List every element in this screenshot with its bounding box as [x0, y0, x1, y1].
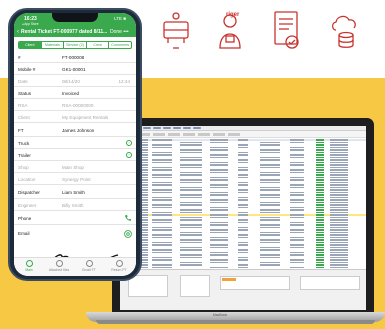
field-label: RSA	[18, 102, 28, 108]
at-icon	[85, 260, 93, 267]
field-label: #	[18, 54, 21, 60]
desktop-toolbar	[120, 131, 366, 138]
field-time: 12:44	[118, 78, 131, 84]
add-circle-icon[interactable]: ›	[126, 139, 132, 146]
tab-client[interactable]: Client	[19, 42, 42, 48]
field-label: Client	[18, 114, 30, 120]
nav-title: Rental Ticket FT-000977 dated 8/11...	[21, 28, 107, 35]
field-label: Location	[18, 176, 36, 182]
field-row-phone[interactable]: Phone	[14, 211, 136, 225]
field-value: 08/14/20	[62, 78, 80, 84]
field-value: Invoiced	[62, 90, 80, 96]
tab-crew[interactable]: Crew	[87, 42, 110, 48]
tab-email-ft[interactable]: Email FT	[76, 260, 102, 272]
field-value: GK1-00001	[62, 66, 86, 72]
field-row-mobile[interactable]: Mobile # GK1-00001	[14, 63, 136, 75]
field-label: Engineer	[18, 202, 37, 208]
segment-tabs: Client Materials Service (2) Crew Commen…	[18, 41, 132, 49]
phone-screen: 16:23 ◂ App Store LTE ■ ‹ Rental Ticket …	[14, 13, 136, 276]
field-row-location[interactable]: Location Synergy Point	[14, 173, 136, 185]
laptop-brand: MacBook	[212, 313, 228, 317]
field-row-engineer[interactable]: Engineer Billy Smith	[14, 199, 136, 211]
laptop-foot	[96, 320, 375, 324]
field-value: James Johnson	[62, 127, 95, 133]
cloud-database-icon	[328, 8, 364, 52]
tab-return-pt[interactable]: Return PT	[106, 260, 132, 272]
tab-comments[interactable]: Comments	[109, 42, 131, 48]
field-row-email[interactable]: Email	[14, 225, 136, 243]
attach-icon	[55, 260, 63, 267]
field-label: Shop	[18, 164, 29, 170]
return-icon	[115, 260, 123, 267]
field-row-date[interactable]: Date 08/14/20 12:44	[14, 75, 136, 87]
field-row-client[interactable]: Client My Equipment Rentals	[14, 111, 136, 123]
engineer-icon-label: riger	[226, 12, 240, 18]
field-row-dispatcher[interactable]: Dispatcher Liam Smith	[14, 185, 136, 199]
field-label: Mobile #	[18, 66, 36, 72]
desktop-data-grid	[120, 139, 366, 269]
field-row-status[interactable]: Status Invoiced	[14, 87, 136, 99]
field-label: FT	[18, 127, 24, 133]
tab-attached-files[interactable]: Attached files	[46, 260, 72, 272]
done-button[interactable]: Done •••	[110, 29, 129, 35]
field-row-trailer[interactable]: Trailer ›	[14, 149, 136, 161]
field-value: RSA-00000000	[62, 102, 94, 108]
document-check-icon	[268, 8, 304, 52]
email-icon[interactable]	[124, 230, 132, 238]
field-label: Dispatcher	[18, 189, 40, 195]
field-value: Synergy Point	[62, 176, 91, 182]
desktop-detail-panel	[120, 269, 366, 310]
tab-materials[interactable]: Materials	[42, 42, 65, 48]
field-label: Truck	[18, 140, 30, 146]
field-value: Liam Smith	[62, 189, 85, 195]
tab-main[interactable]: Main	[16, 260, 42, 272]
field-row-number[interactable]: # FT-000008	[14, 51, 136, 63]
bottom-tab-bar: Main Attached files Email FT Return PT	[14, 257, 136, 276]
phone-notch	[52, 13, 98, 22]
field-value: Billy Smith	[62, 202, 84, 208]
field-label: Date	[18, 78, 28, 84]
nav-bar: ‹ Rental Ticket FT-000977 dated 8/11... …	[14, 26, 136, 37]
field-row-shop[interactable]: Shop Main Shop	[14, 161, 136, 173]
field-row-truck[interactable]: Truck ›	[14, 137, 136, 149]
desktop-app-screen	[120, 126, 366, 310]
field-label: Trailer	[18, 152, 31, 158]
field-label: Phone	[18, 215, 32, 221]
field-label: Email	[18, 231, 30, 236]
dispatch-icon	[158, 8, 194, 52]
field-row-rsa[interactable]: RSA RSA-00000000	[14, 99, 136, 111]
field-value: Main Shop	[62, 164, 84, 170]
add-circle-icon[interactable]: ›	[126, 151, 132, 158]
phone-icon[interactable]	[124, 214, 132, 222]
field-row-ft[interactable]: FT James Johnson	[14, 123, 136, 137]
status-signal: LTE ■	[114, 16, 126, 21]
field-value: FT-000008	[62, 54, 85, 60]
tab-service[interactable]: Service (2)	[64, 42, 87, 48]
back-icon[interactable]: ‹	[17, 29, 19, 35]
home-icon	[25, 260, 33, 267]
field-label: Status	[18, 90, 32, 96]
field-value: My Equipment Rentals	[62, 114, 109, 120]
